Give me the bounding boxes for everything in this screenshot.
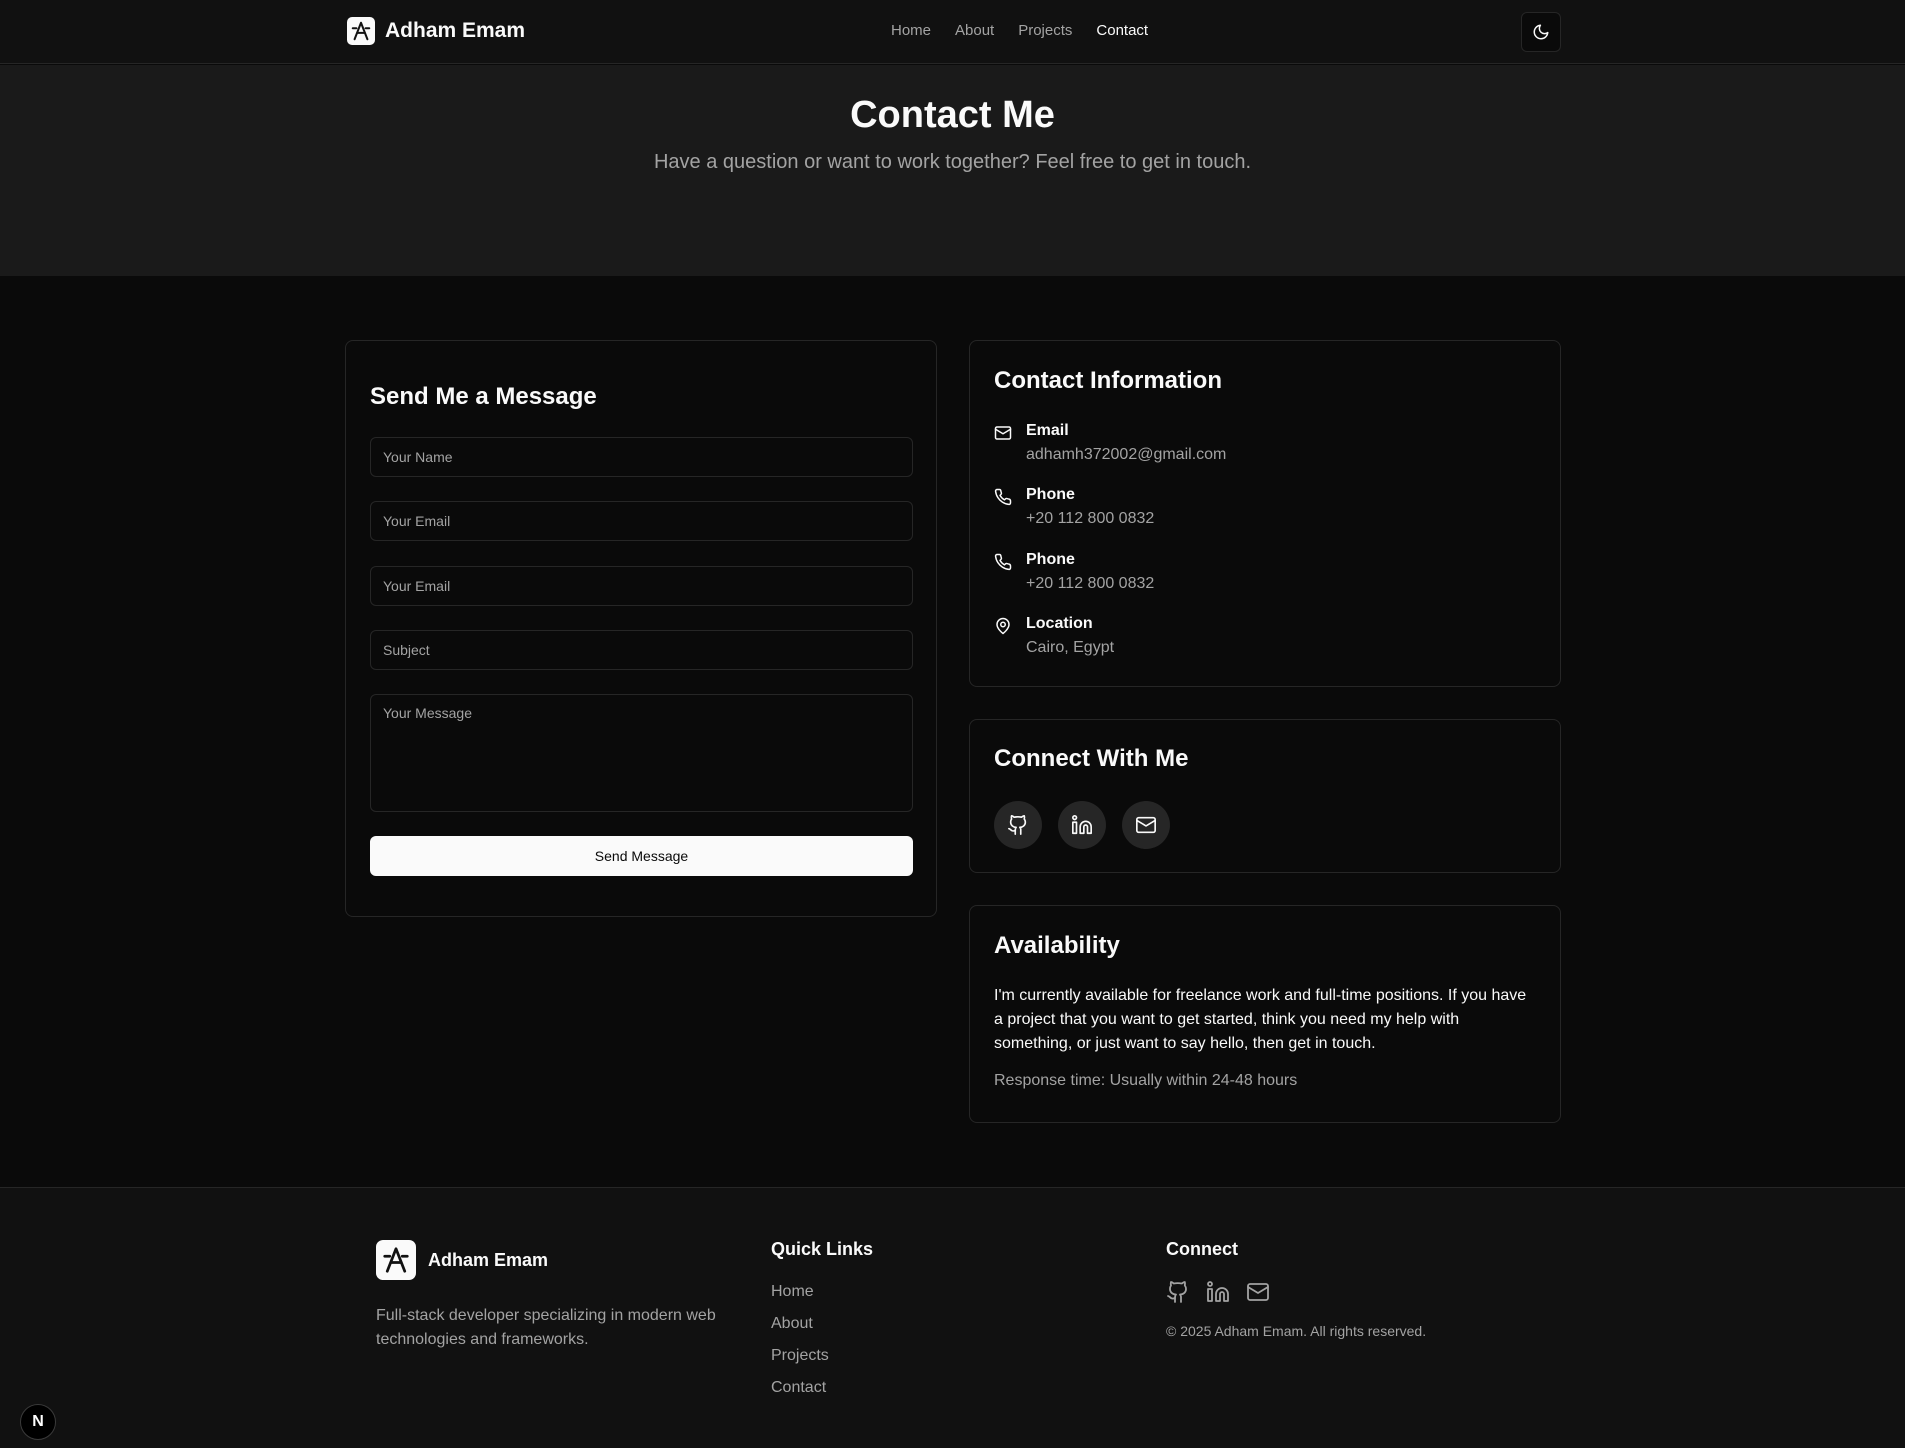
form-title: Send Me a Message xyxy=(370,383,597,410)
contact-info-title: Contact Information xyxy=(994,367,1222,394)
footer-description: Full-stack developer specializing in mod… xyxy=(376,1307,716,1348)
contact-item-email: Email adhamh372002@gmail.com xyxy=(994,422,1226,464)
connect-card: Connect With Me xyxy=(969,719,1561,873)
response-time-note: Response time: Usually within 24-48 hour… xyxy=(994,1072,1298,1089)
linkedin-icon xyxy=(1071,814,1093,836)
footer-quick-links: Home About Projects Contact xyxy=(771,1282,829,1398)
contact-item-phone: Phone +20 112 800 0832 xyxy=(994,486,1154,528)
quick-links-title: Quick Links xyxy=(771,1239,874,1259)
mail-icon[interactable] xyxy=(1246,1280,1270,1304)
contact-item-phone-2: Phone +20 112 800 0832 xyxy=(994,551,1154,593)
map-pin-icon xyxy=(994,615,1012,657)
availability-card: Availability I'm currently available for… xyxy=(969,905,1561,1123)
nav-link-projects[interactable]: Projects xyxy=(1018,22,1072,39)
linkedin-icon[interactable] xyxy=(1206,1280,1230,1304)
message-textarea[interactable] xyxy=(370,694,913,812)
brand-logo-icon xyxy=(347,17,375,45)
nav-link-contact[interactable]: Contact xyxy=(1096,22,1148,39)
github-icon xyxy=(1007,814,1029,836)
contact-item-label: Email xyxy=(1026,422,1069,439)
social-links xyxy=(994,801,1170,849)
footer-link-contact[interactable]: Contact xyxy=(771,1378,829,1398)
subject-input[interactable] xyxy=(370,630,913,670)
site-header: Adham Emam Home About Projects Contact xyxy=(0,0,1905,64)
contact-item-label: Location xyxy=(1026,615,1093,632)
availability-title: Availability xyxy=(994,932,1120,959)
contact-item-value[interactable]: +20 112 800 0832 xyxy=(1026,575,1154,593)
brand-link[interactable]: Adham Emam xyxy=(347,17,525,45)
footer-social-links xyxy=(1166,1280,1270,1304)
brand-name: Adham Emam xyxy=(385,19,526,42)
email-confirm-input[interactable] xyxy=(370,566,913,606)
phone-icon xyxy=(994,551,1012,593)
email-input[interactable] xyxy=(370,501,913,541)
footer-link-projects[interactable]: Projects xyxy=(771,1346,829,1366)
hero-section: Contact Me Have a question or want to wo… xyxy=(0,65,1905,276)
brand-logo-icon xyxy=(376,1240,416,1280)
email-link-button[interactable] xyxy=(1122,801,1170,849)
phone-icon xyxy=(994,486,1012,528)
theme-toggle-button[interactable] xyxy=(1521,12,1561,52)
footer-brand-name: Adham Emam xyxy=(428,1249,549,1270)
contact-info-card: Contact Information Email adhamh372002@g… xyxy=(969,340,1561,687)
contact-item-value[interactable]: +20 112 800 0832 xyxy=(1026,510,1154,528)
mail-icon xyxy=(1135,814,1157,836)
github-link-button[interactable] xyxy=(994,801,1042,849)
nav-link-home[interactable]: Home xyxy=(891,22,931,39)
page-title: Contact Me xyxy=(850,94,1055,136)
contact-item-location: Location Cairo, Egypt xyxy=(994,615,1114,657)
nextjs-dev-badge[interactable]: N xyxy=(20,1404,56,1440)
page-subtitle: Have a question or want to work together… xyxy=(653,151,1251,173)
github-icon[interactable] xyxy=(1166,1280,1190,1304)
footer-link-home[interactable]: Home xyxy=(771,1282,829,1302)
availability-text: I'm currently available for freelance wo… xyxy=(994,987,1527,1052)
footer-brand[interactable]: Adham Emam xyxy=(376,1240,548,1280)
mail-icon xyxy=(994,422,1012,464)
moon-icon xyxy=(1532,23,1550,41)
footer-link-about[interactable]: About xyxy=(771,1314,829,1334)
nav-link-about[interactable]: About xyxy=(955,22,994,39)
footer-connect-title: Connect xyxy=(1166,1239,1238,1259)
main-nav: Home About Projects Contact xyxy=(891,22,1148,39)
site-footer: Adham Emam Full-stack developer speciali… xyxy=(0,1187,1905,1448)
contact-form-card: Send Me a Message Send Message xyxy=(345,340,937,917)
send-message-button[interactable]: Send Message xyxy=(370,836,913,876)
contact-item-value: Cairo, Egypt xyxy=(1026,639,1115,656)
contact-item-value[interactable]: adhamh372002@gmail.com xyxy=(1026,446,1226,464)
connect-title: Connect With Me xyxy=(994,745,1189,772)
contact-item-label: Phone xyxy=(1026,486,1075,503)
name-input[interactable] xyxy=(370,437,913,477)
linkedin-link-button[interactable] xyxy=(1058,801,1106,849)
contact-item-label: Phone xyxy=(1026,551,1075,568)
copyright-text: © 2025 Adham Emam. All rights reserved. xyxy=(1166,1323,1427,1339)
